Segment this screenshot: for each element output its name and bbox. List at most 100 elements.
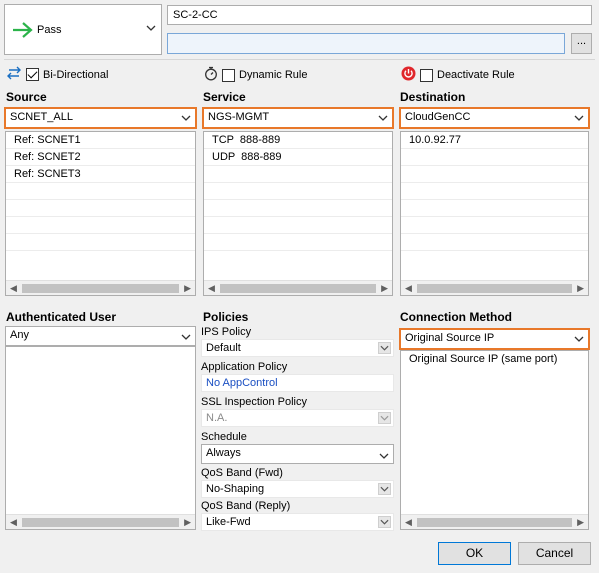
list-item-empty xyxy=(204,217,392,234)
scrollbar-thumb[interactable] xyxy=(417,284,572,293)
application-policy-link[interactable]: No AppControl xyxy=(201,374,394,392)
list-item-empty xyxy=(204,166,392,183)
chevron-down-icon xyxy=(378,516,391,528)
list-item-empty xyxy=(401,234,588,251)
scroll-left-icon[interactable]: ◀ xyxy=(208,283,215,294)
scrollbar-thumb[interactable] xyxy=(417,518,572,527)
scroll-right-icon[interactable]: ▶ xyxy=(577,283,584,294)
authenticated-user-select[interactable]: Any xyxy=(5,326,196,346)
list-item-empty xyxy=(401,166,588,183)
policies-title: Policies xyxy=(203,310,249,324)
source-title: Source xyxy=(6,90,47,104)
list-item-empty xyxy=(401,217,588,234)
qos-fwd-value: No-Shaping xyxy=(206,483,265,495)
qos-fwd-select[interactable]: No-Shaping xyxy=(201,480,394,498)
bidirectional-label: Bi-Directional xyxy=(43,68,109,81)
horizontal-scrollbar[interactable]: ◀ ▶ xyxy=(204,280,392,295)
policies-panel: IPS Policy Default Application Policy No… xyxy=(201,325,394,531)
connection-method-title: Connection Method xyxy=(400,310,512,324)
scroll-right-icon[interactable]: ▶ xyxy=(184,517,191,528)
horizontal-scrollbar[interactable]: ◀ ▶ xyxy=(401,514,588,529)
qos-reply-label: QoS Band (Reply) xyxy=(201,500,291,512)
more-options-button[interactable]: ... xyxy=(571,33,592,54)
separator xyxy=(4,59,595,60)
cancel-button[interactable]: Cancel xyxy=(518,542,591,565)
bidirectional-checkbox[interactable] xyxy=(26,68,39,81)
action-label: Pass xyxy=(37,24,62,36)
schedule-select[interactable]: Always xyxy=(201,444,394,464)
chevron-down-icon xyxy=(378,342,391,354)
qos-reply-value: Like-Fwd xyxy=(206,516,251,528)
source-select-value: SCNET_ALL xyxy=(10,111,73,123)
dynamic-rule-option[interactable]: Dynamic Rule xyxy=(204,66,307,84)
destination-select-value: CloudGenCC xyxy=(405,111,471,123)
bidirectional-arrows-icon xyxy=(6,66,22,83)
list-item-empty xyxy=(401,183,588,200)
destination-select[interactable]: CloudGenCC xyxy=(399,107,590,129)
bidirectional-option[interactable]: Bi-Directional xyxy=(6,66,108,83)
green-right-arrow-icon xyxy=(11,19,35,44)
ok-button[interactable]: OK xyxy=(438,542,511,565)
ssl-inspection-policy-select: N.A. xyxy=(201,409,394,427)
destination-list[interactable]: 10.0.92.77 ◀ ▶ xyxy=(400,131,589,296)
scrollbar-thumb[interactable] xyxy=(220,284,376,293)
list-item-empty xyxy=(401,200,588,217)
ips-policy-value: Default xyxy=(206,342,241,354)
connection-method-list[interactable]: Original Source IP (same port) ◀ ▶ xyxy=(400,350,589,530)
chevron-down-icon xyxy=(146,23,156,35)
list-item[interactable]: TCP 888-889 xyxy=(204,132,392,149)
scroll-left-icon[interactable]: ◀ xyxy=(405,517,412,528)
dynamic-rule-checkbox[interactable] xyxy=(222,68,235,82)
scroll-right-icon[interactable]: ▶ xyxy=(381,283,388,294)
authenticated-user-title: Authenticated User xyxy=(6,310,117,324)
schedule-label: Schedule xyxy=(201,431,247,443)
scroll-left-icon[interactable]: ◀ xyxy=(10,517,17,528)
service-title: Service xyxy=(203,90,246,104)
horizontal-scrollbar[interactable]: ◀ ▶ xyxy=(401,280,588,295)
list-item[interactable]: 10.0.92.77 xyxy=(401,132,588,149)
scroll-right-icon[interactable]: ▶ xyxy=(184,283,191,294)
source-select[interactable]: SCNET_ALL xyxy=(4,107,197,129)
connection-method-select[interactable]: Original Source IP xyxy=(399,328,590,350)
chevron-down-icon xyxy=(574,334,584,346)
horizontal-scrollbar[interactable]: ◀ ▶ xyxy=(6,514,195,529)
scroll-right-icon[interactable]: ▶ xyxy=(577,517,584,528)
source-list[interactable]: Ref: SCNET1 Ref: SCNET2 Ref: SCNET3 ◀ ▶ xyxy=(5,131,196,296)
chevron-down-icon xyxy=(378,483,391,495)
deactivate-rule-option[interactable]: Deactivate Rule xyxy=(401,66,515,84)
scrollbar-thumb[interactable] xyxy=(22,284,179,293)
rule-description-input[interactable] xyxy=(167,33,565,54)
chevron-down-icon xyxy=(181,113,191,125)
ips-policy-label: IPS Policy xyxy=(201,326,252,338)
list-item-empty xyxy=(6,217,195,234)
ips-policy-select[interactable]: Default xyxy=(201,339,394,357)
authenticated-user-value: Any xyxy=(10,329,29,341)
service-select-value: NGS-MGMT xyxy=(208,111,270,123)
list-item[interactable]: Ref: SCNET1 xyxy=(6,132,195,149)
scroll-left-icon[interactable]: ◀ xyxy=(10,283,17,294)
list-item[interactable]: UDP 888-889 xyxy=(204,149,392,166)
deactivate-rule-checkbox[interactable] xyxy=(420,68,433,82)
action-selector[interactable]: Pass xyxy=(4,4,162,55)
chevron-down-icon xyxy=(378,412,391,424)
horizontal-scrollbar[interactable]: ◀ ▶ xyxy=(6,280,195,295)
list-item[interactable]: Original Source IP (same port) xyxy=(401,351,588,368)
qos-reply-select[interactable]: Like-Fwd xyxy=(201,513,394,531)
scroll-left-icon[interactable]: ◀ xyxy=(405,283,412,294)
service-select[interactable]: NGS-MGMT xyxy=(202,107,394,129)
application-policy-label: Application Policy xyxy=(201,361,288,373)
list-item[interactable]: Ref: SCNET2 xyxy=(6,149,195,166)
service-list[interactable]: TCP 888-889 UDP 888-889 ◀ ▶ xyxy=(203,131,393,296)
rule-name-input[interactable]: SC-2-CC xyxy=(167,5,592,25)
destination-title: Destination xyxy=(400,90,466,104)
list-item-empty xyxy=(204,183,392,200)
schedule-value: Always xyxy=(206,447,241,459)
list-item-empty xyxy=(204,234,392,251)
deactivate-rule-label: Deactivate Rule xyxy=(437,69,515,81)
list-item-empty xyxy=(6,234,195,251)
stopwatch-icon xyxy=(204,66,218,84)
list-item[interactable]: Ref: SCNET3 xyxy=(6,166,195,183)
authenticated-user-list[interactable]: ◀ ▶ xyxy=(5,346,196,530)
chevron-down-icon xyxy=(379,451,389,463)
scrollbar-thumb[interactable] xyxy=(22,518,179,527)
